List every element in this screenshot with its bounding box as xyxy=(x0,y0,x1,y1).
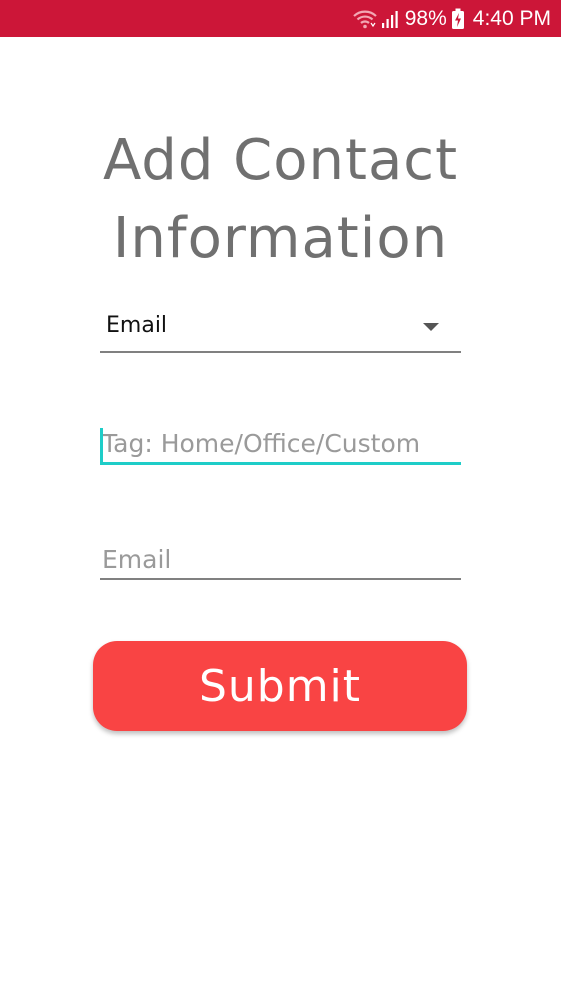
contact-type-selected: Email xyxy=(106,313,168,338)
clock: 4:40 PM xyxy=(472,6,551,30)
page-title-line-2: Information xyxy=(112,206,449,271)
wifi-icon xyxy=(352,9,377,29)
signal-icon xyxy=(381,9,399,29)
submit-button[interactable]: Submit xyxy=(93,641,467,731)
page-title: Add Contact Information xyxy=(0,122,561,278)
tag-input[interactable] xyxy=(100,425,461,465)
contact-type-dropdown[interactable]: Email xyxy=(100,305,461,353)
battery-charging-icon xyxy=(451,8,465,30)
dropdown-arrow-icon xyxy=(423,323,439,331)
page-title-line-1: Add Contact xyxy=(102,128,459,193)
status-bar: 98% 4:40 PM xyxy=(0,0,561,37)
email-input[interactable] xyxy=(100,540,461,580)
battery-percent: 98% xyxy=(404,6,447,30)
text-cursor xyxy=(100,428,103,462)
status-icons: 98% 4:40 PM xyxy=(352,0,551,37)
